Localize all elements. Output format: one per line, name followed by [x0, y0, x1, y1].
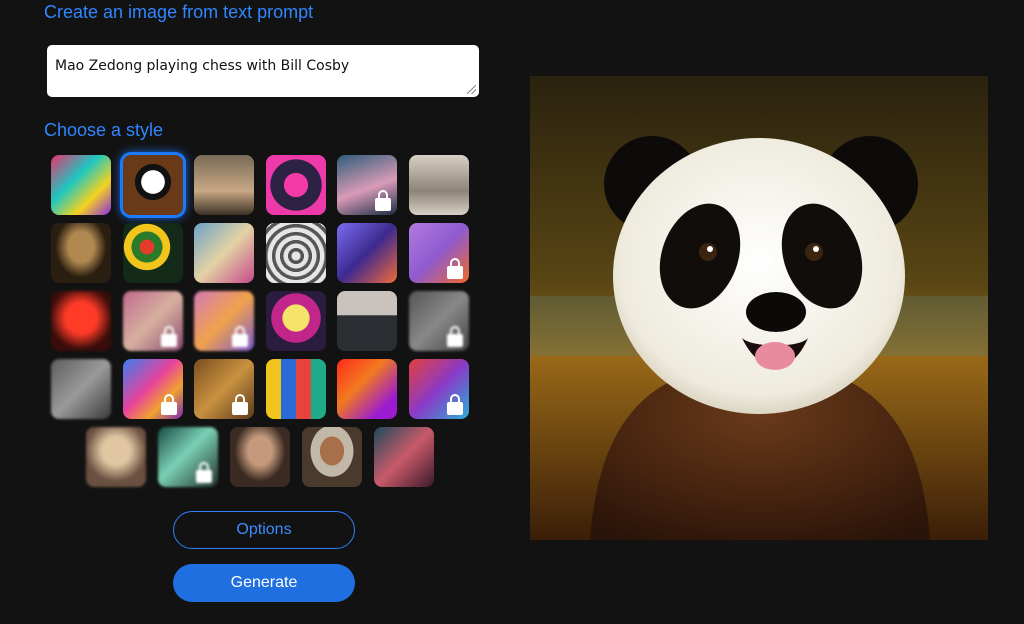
style-landscape-painting-tile[interactable]	[194, 155, 255, 215]
lock-icon	[232, 326, 249, 347]
style-ballet-tile[interactable]	[194, 223, 255, 283]
style-red-abstract-tile[interactable]	[337, 359, 398, 419]
style-pop-art-tile[interactable]	[265, 291, 326, 351]
style-classical-portrait-tile[interactable]	[230, 427, 290, 487]
style-pirate-painting-tile[interactable]	[302, 427, 362, 487]
style-teal-mist-tile[interactable]	[158, 427, 218, 487]
style-fantasy-elf-tile[interactable]	[86, 427, 146, 487]
style-gray-texture-tile[interactable]	[51, 359, 111, 419]
lock-icon	[232, 394, 249, 415]
lock-icon	[160, 394, 177, 415]
page-title: Create an image from text prompt	[44, 2, 314, 22]
lock-icon	[447, 394, 463, 415]
style-icon-pattern-tile[interactable]	[265, 359, 326, 419]
prompt-text: Mao Zedong playing chess with Bill Cosby	[55, 58, 350, 74]
style-metal-object-tile[interactable]	[265, 223, 326, 283]
panda-image	[530, 76, 988, 540]
prompt-input[interactable]: Mao Zedong playing chess with Bill Cosby	[47, 45, 479, 97]
style-engraving-tile[interactable]	[409, 155, 469, 215]
resize-handle[interactable]	[467, 85, 476, 94]
app-page: Create an image from text prompt Mao Zed…	[0, 0, 1024, 624]
style-neon-figure-tile[interactable]	[51, 291, 111, 351]
generate-button[interactable]: Generate	[173, 564, 355, 602]
style-glitch-portrait-tile[interactable]	[409, 359, 469, 419]
style-section-title: Choose a style	[44, 120, 164, 140]
style-architecture-tile[interactable]	[337, 291, 398, 351]
style-folk-flowers-tile[interactable]	[122, 223, 183, 283]
lock-icon	[160, 326, 177, 347]
style-pastel-portrait-tile[interactable]	[122, 291, 183, 351]
style-abstract-paint-tile[interactable]	[51, 155, 111, 215]
lock-icon	[196, 462, 212, 483]
generated-image	[530, 76, 988, 540]
style-dark-sketch-tile[interactable]	[409, 291, 469, 351]
style-renaissance-tile[interactable]	[51, 223, 111, 283]
style-panda-tile[interactable]	[122, 155, 183, 215]
lock-icon	[447, 258, 463, 279]
lock-icon	[447, 326, 463, 347]
style-isometric-tile[interactable]	[337, 223, 398, 283]
style-dark-portrait-tile[interactable]	[374, 427, 434, 487]
style-anime-portrait-tile[interactable]	[337, 155, 398, 215]
style-dreamy-fantasy-tile[interactable]	[194, 291, 255, 351]
lock-icon	[375, 190, 392, 211]
options-button[interactable]: Options	[173, 511, 355, 549]
style-psychedelic-tile[interactable]	[122, 359, 183, 419]
style-robot-tile[interactable]	[265, 155, 326, 215]
style-oil-bronze-tile[interactable]	[194, 359, 255, 419]
style-fox-cartoon-tile[interactable]	[409, 223, 469, 283]
